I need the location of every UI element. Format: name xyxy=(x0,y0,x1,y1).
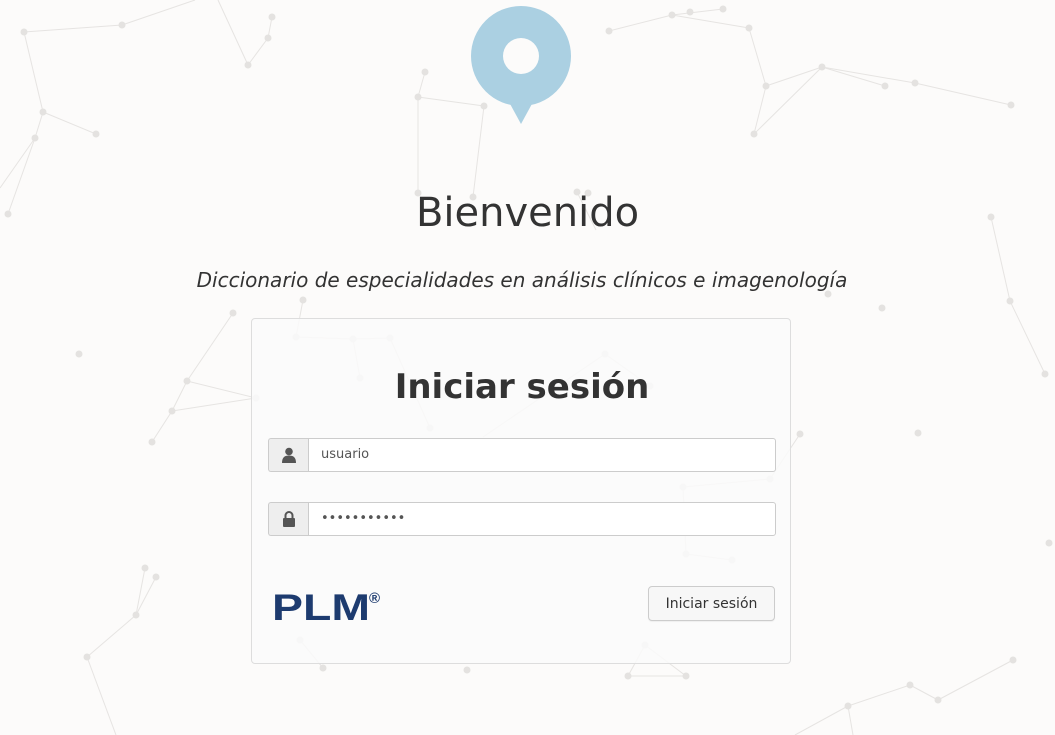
map-pin-icon xyxy=(471,6,571,124)
login-title: Iniciar sesión xyxy=(394,367,650,407)
plm-logo: PLM ® xyxy=(272,587,380,626)
svg-text:®: ® xyxy=(369,590,380,607)
username-input-group: usuario xyxy=(268,438,776,472)
app-subtitle: Diccionario de especialidades en análisi… xyxy=(196,268,848,292)
welcome-heading: Bienvenido xyxy=(415,190,640,236)
user-icon xyxy=(268,438,308,472)
username-field[interactable]: usuario xyxy=(308,438,776,472)
svg-text:PLM: PLM xyxy=(272,587,370,626)
lock-icon xyxy=(268,502,308,536)
login-submit-button[interactable]: Iniciar sesión xyxy=(648,586,775,621)
password-field[interactable]: ••••••••••• xyxy=(308,502,776,536)
login-panel: Iniciar sesión usuario ••••••••••• PLM ®… xyxy=(251,318,791,664)
password-input-group: ••••••••••• xyxy=(268,502,776,536)
